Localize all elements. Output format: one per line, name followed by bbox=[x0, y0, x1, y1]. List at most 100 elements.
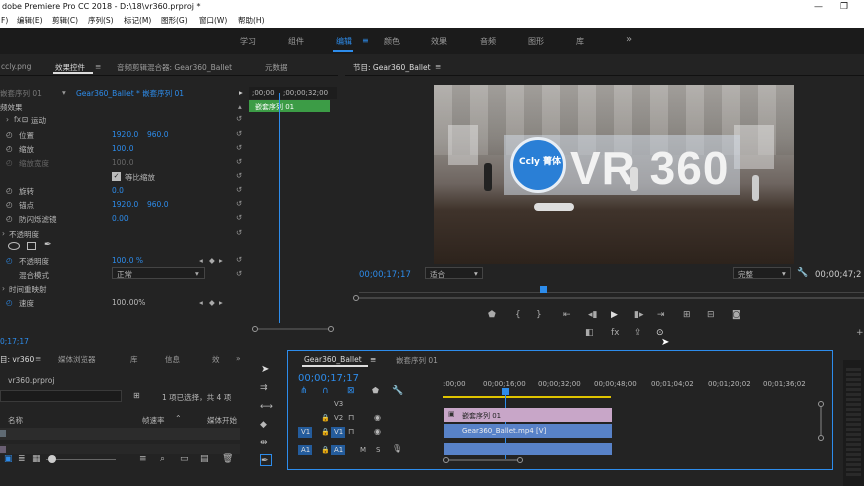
add-keyframe-icon[interactable]: ◆ bbox=[209, 298, 215, 307]
play-only-icon[interactable]: ▸ bbox=[239, 88, 243, 97]
work-area-bar[interactable] bbox=[443, 396, 611, 398]
tab-menu-icon[interactable]: ≡ bbox=[370, 355, 376, 364]
add-keyframe-icon[interactable]: ◆ bbox=[209, 256, 215, 265]
flicker-value[interactable]: 0.00 bbox=[112, 214, 129, 223]
hand-tool-icon[interactable] bbox=[260, 454, 272, 466]
tab-audio-clip-mixer[interactable]: 音频剪辑混合器: Gear360_Ballet bbox=[117, 62, 232, 73]
workspace-learn[interactable]: 学习 bbox=[240, 36, 256, 47]
workspace-graphics[interactable]: 图形 bbox=[528, 36, 544, 47]
workspace-assembly[interactable]: 组件 bbox=[288, 36, 304, 47]
tab-menu-icon[interactable]: ≡ bbox=[35, 354, 41, 363]
fx-bypass-icon[interactable]: fx bbox=[611, 329, 620, 338]
menu-edit[interactable]: 编辑(E) bbox=[17, 14, 43, 28]
sync-lock-icon[interactable]: ⊓ bbox=[348, 427, 354, 436]
ellipse-mask-icon[interactable] bbox=[8, 242, 20, 250]
mark-out-icon[interactable]: } bbox=[536, 311, 542, 320]
share-icon[interactable]: ⇪ bbox=[634, 329, 642, 338]
mini-time-ruler[interactable]: ;00;00 ;00;00;32;00 bbox=[249, 87, 337, 99]
play-icon[interactable]: ▶ bbox=[611, 311, 618, 320]
reset-opacity-icon[interactable]: ↺ bbox=[236, 228, 242, 237]
timeline-zoom-scrollbar[interactable] bbox=[443, 457, 823, 463]
new-item-icon[interactable]: ▤ bbox=[200, 454, 209, 464]
add-button-icon[interactable]: + bbox=[856, 329, 864, 338]
lock-icon[interactable]: 🔒 bbox=[321, 428, 330, 436]
mark-in-icon[interactable]: { bbox=[515, 311, 521, 320]
mini-scrollbar[interactable] bbox=[252, 326, 334, 332]
next-keyframe-icon[interactable]: ▸ bbox=[219, 298, 223, 307]
program-video-frame[interactable]: Ccly 菁体 VR 360 bbox=[434, 85, 794, 264]
tab-menu-icon[interactable]: ≡ bbox=[95, 62, 101, 71]
magnet-icon[interactable]: ∩ bbox=[322, 386, 329, 396]
timeline-vertical-scrollbar[interactable] bbox=[818, 401, 824, 441]
go-to-out-icon[interactable]: ⇥ bbox=[657, 311, 665, 320]
position-y-value[interactable]: 960.0 bbox=[147, 130, 168, 139]
expand-motion-icon[interactable]: › bbox=[6, 115, 9, 124]
rotation-value[interactable]: 0.0 bbox=[112, 186, 124, 195]
program-zoom-scrollbar[interactable] bbox=[353, 295, 864, 301]
microphone-icon[interactable]: 🎙 bbox=[392, 444, 402, 453]
source-patch-v1[interactable]: V1 bbox=[298, 427, 312, 438]
tab-libraries[interactable]: 库 bbox=[130, 354, 138, 365]
lock-icon[interactable]: ▣ bbox=[4, 454, 13, 464]
prev-keyframe-icon[interactable]: ◂ bbox=[199, 256, 203, 265]
reset-position-icon[interactable]: ↺ bbox=[236, 129, 242, 138]
snap-icon[interactable]: ⋔ bbox=[300, 386, 308, 396]
column-name-header[interactable]: 名称 bbox=[8, 415, 23, 426]
tab-info[interactable]: 信息 bbox=[165, 354, 180, 365]
reset-rotation-icon[interactable]: ↺ bbox=[236, 185, 242, 194]
overwrite-icon[interactable]: ⊟ bbox=[707, 311, 715, 320]
tab-media-browser[interactable]: 媒体浏览器 bbox=[58, 354, 96, 365]
scroll-up-icon[interactable]: ▴ bbox=[238, 102, 242, 111]
clip-audio[interactable] bbox=[444, 443, 612, 455]
program-menu-icon[interactable]: ≡ bbox=[435, 62, 441, 71]
add-marker-icon[interactable]: ⬟ bbox=[372, 386, 379, 395]
workspace-editing[interactable]: 编辑 bbox=[336, 36, 352, 47]
reset-opacity-value-icon[interactable]: ↺ bbox=[236, 255, 242, 264]
reset-motion-icon[interactable]: ↺ bbox=[236, 114, 242, 123]
fit-select[interactable]: 适合 ▾ bbox=[425, 267, 483, 279]
linked-selection-icon[interactable]: ⊠ bbox=[347, 386, 355, 396]
project-search-input[interactable] bbox=[0, 390, 122, 402]
stopwatch-icon[interactable]: ◴ bbox=[6, 144, 13, 153]
stopwatch-icon[interactable]: ◴ bbox=[6, 186, 13, 195]
chevron-down-icon[interactable]: ▾ bbox=[62, 88, 66, 97]
more-tabs-icon[interactable]: » bbox=[236, 354, 241, 363]
column-media-start-header[interactable]: 媒体开始 bbox=[207, 415, 237, 426]
expand-opacity-icon[interactable]: › bbox=[2, 229, 5, 238]
menu-window[interactable]: 窗口(W) bbox=[199, 14, 227, 28]
program-title[interactable]: 节目: Gear360_Ballet bbox=[353, 62, 431, 73]
tab-ccly[interactable]: ccly.png bbox=[1, 62, 31, 71]
prev-keyframe-icon[interactable]: ◂ bbox=[199, 298, 203, 307]
step-back-icon[interactable]: ◂▮ bbox=[588, 311, 597, 320]
export-frame-icon[interactable]: ◙ bbox=[732, 311, 741, 320]
workspace-libraries[interactable]: 库 bbox=[576, 36, 584, 47]
list-view-icon[interactable]: ≣ bbox=[18, 454, 26, 464]
clip-nested-sequence[interactable]: 嵌套序列 01 bbox=[444, 408, 612, 422]
timeline-tab-nested[interactable]: 嵌套序列 01 bbox=[396, 355, 438, 366]
reset-scale-icon[interactable]: ↺ bbox=[236, 143, 242, 152]
tab-metadata[interactable]: 元数据 bbox=[265, 62, 288, 73]
clip-video[interactable]: Gear360_Ballet.mp4 [V] bbox=[444, 424, 612, 438]
minimize-button[interactable]: — bbox=[814, 0, 823, 14]
reset-flicker-icon[interactable]: ↺ bbox=[236, 213, 242, 222]
workspace-effects[interactable]: 效果 bbox=[431, 36, 447, 47]
source-patch-a1[interactable]: A1 bbox=[298, 445, 312, 455]
reset-uniform-icon[interactable]: ↺ bbox=[236, 171, 242, 180]
solo-button[interactable]: S bbox=[376, 446, 380, 454]
sort-up-icon[interactable]: ⌃ bbox=[175, 414, 182, 423]
timeline-playhead-handle[interactable] bbox=[502, 388, 509, 395]
zoom-slider-thumb[interactable] bbox=[48, 455, 56, 463]
clip-path-right[interactable]: Gear360_Ballet * 嵌套序列 01 bbox=[76, 88, 184, 99]
add-marker-icon[interactable]: ⬟ bbox=[488, 311, 496, 320]
mute-button[interactable]: M bbox=[360, 446, 366, 454]
anchor-x-value[interactable]: 1920.0 bbox=[112, 200, 138, 209]
speed-value[interactable]: 100.00% bbox=[112, 298, 145, 307]
insert-icon[interactable]: ⊞ bbox=[683, 311, 691, 320]
program-playhead[interactable] bbox=[540, 286, 547, 293]
menu-graphics[interactable]: 图形(G) bbox=[161, 14, 188, 28]
stopwatch-icon[interactable]: ◴ bbox=[6, 214, 13, 223]
timeline-ruler[interactable]: :00;00 00;00;16;00 00;00;32;00 00;00;48;… bbox=[443, 375, 823, 398]
timeline-tab-sequence[interactable]: Gear360_Ballet bbox=[304, 355, 362, 364]
next-keyframe-icon[interactable]: ▸ bbox=[219, 256, 223, 265]
go-to-in-icon[interactable]: ⇤ bbox=[563, 311, 571, 320]
